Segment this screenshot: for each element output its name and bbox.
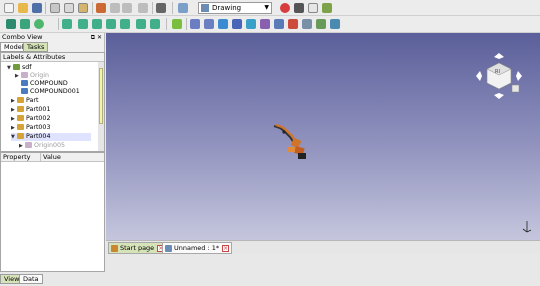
view-right-icon[interactable] [106,19,116,29]
tree-header: Labels & Attributes [1,53,104,62]
workbench-selector[interactable]: Drawing ▼ [198,2,272,14]
tree-node-compound[interactable]: COMPOUND [21,80,68,88]
view-bottom-icon[interactable] [136,19,146,29]
workbench-icon[interactable] [178,3,188,13]
annotation-icon[interactable] [260,19,270,29]
nav-cube-menu-icon[interactable] [511,84,520,93]
tree-node-origin[interactable]: ▶ Origin [15,72,49,80]
drawing-page-icon[interactable] [190,19,200,29]
nav-arrow-left-icon[interactable] [476,71,482,81]
tree-node-part001[interactable]: ▶ Part001 [11,106,50,114]
new-file-icon[interactable] [4,3,14,13]
scrollbar-thumb[interactable] [99,68,103,124]
view-front-icon[interactable] [78,19,88,29]
part-icon [17,115,24,121]
tab-tasks[interactable]: Tasks [23,42,49,52]
compound-icon [21,88,28,94]
float-icon[interactable]: ⧉ [91,33,95,42]
property-column-header: Property [3,153,31,161]
macros-icon[interactable] [308,3,318,13]
document-icon [165,245,172,252]
tab-start-page-label: Start page [120,244,155,252]
spreadsheet-view-icon[interactable] [330,19,340,29]
open-folder-icon[interactable] [18,3,28,13]
view-isometric-icon[interactable] [62,19,72,29]
undo-dropdown-icon[interactable] [110,3,120,13]
value-column-header: Value [43,153,61,161]
undo-icon[interactable] [96,3,106,13]
part-icon [17,106,24,112]
navigation-cube[interactable]: RI [474,51,524,101]
combo-view-panel: Combo View ⧉ ✕ Model Tasks Labels & Attr… [0,33,105,284]
save-icon[interactable] [32,3,42,13]
refresh-icon[interactable] [138,3,148,13]
3d-view[interactable]: RI [106,33,540,240]
clip-icon[interactable] [274,19,284,29]
drawing-workbench-icon [201,4,209,12]
combo-view-title: Combo View ⧉ ✕ [0,33,104,42]
document-icon [13,64,20,70]
compound-icon [21,80,28,86]
draft-view-icon[interactable] [316,19,326,29]
close-tab-icon[interactable]: × [222,245,230,252]
redo-icon[interactable] [122,3,132,13]
property-tabs: View Data [0,273,105,286]
draw-style-icon[interactable] [34,19,44,29]
tree-node-part[interactable]: ▶ Part [11,97,38,105]
execute-macro-icon[interactable] [322,3,332,13]
copy-icon[interactable] [64,3,74,13]
combo-tabs: Model Tasks [0,42,105,52]
symbol-icon[interactable] [302,19,312,29]
chevron-down-icon: ▼ [264,4,269,11]
tree-node-part004[interactable]: ▼ Part004 [11,133,91,141]
stop-macro-icon[interactable] [294,3,304,13]
part-icon [17,133,24,139]
view-toolbar [0,16,540,33]
open-browser-icon[interactable] [246,19,256,29]
whats-this-icon[interactable] [156,3,166,13]
property-editor: Property Value [0,152,105,272]
freecad-icon [111,245,118,252]
axis-cross-icon [522,221,532,233]
export-page-icon[interactable] [288,19,298,29]
document-tabs: Start page × Unnamed : 1* × [106,240,540,254]
nav-arrow-right-icon[interactable] [516,71,522,81]
main-toolbar: Drawing ▼ [0,0,540,16]
record-macro-icon[interactable] [280,3,290,13]
tab-unnamed-label: Unnamed : 1* [174,244,220,252]
nav-arrow-down-icon[interactable] [494,93,504,99]
fit-selection-icon[interactable] [20,19,30,29]
view-rear-icon[interactable] [120,19,130,29]
view-left-icon[interactable] [150,19,160,29]
model-tree: Labels & Attributes ▼ sdf ▶ Origin COMPOUN… [0,52,105,152]
fit-all-icon[interactable] [6,19,16,29]
part-icon [17,124,24,130]
drawing-template-icon[interactable] [204,19,214,29]
origin-icon [25,142,32,148]
part-icon [17,97,24,103]
close-icon[interactable]: ✕ [97,33,102,42]
tab-data[interactable]: Data [19,274,43,284]
tree-scrollbar[interactable] [98,62,104,151]
measure-distance-icon[interactable] [172,19,182,29]
tree-node-compound001[interactable]: COMPOUND001 [21,88,80,96]
insert-view-icon[interactable] [218,19,228,29]
paste-icon[interactable] [78,3,88,13]
tab-unnamed[interactable]: Unnamed : 1* × [162,242,233,254]
property-header: Property Value [1,153,104,162]
workbench-selector-value: Drawing [212,4,242,12]
nav-cube-face-label: RI [495,69,500,75]
3d-model-robot-arm[interactable] [272,121,312,163]
cut-icon[interactable] [50,3,60,13]
combo-view-title-text: Combo View [2,33,43,41]
view-top-icon[interactable] [92,19,102,29]
tree-node-origin005[interactable]: ▶ Origin005 [19,142,65,150]
nav-arrow-up-icon[interactable] [494,53,504,59]
tree-node-part002[interactable]: ▶ Part002 [11,115,50,123]
origin-icon [21,72,28,78]
ortho-views-icon[interactable] [232,19,242,29]
tree-node-part003[interactable]: ▶ Part003 [11,124,50,132]
tab-start-page[interactable]: Start page × [108,242,168,254]
tree-node-sdf[interactable]: ▼ sdf [7,64,32,72]
